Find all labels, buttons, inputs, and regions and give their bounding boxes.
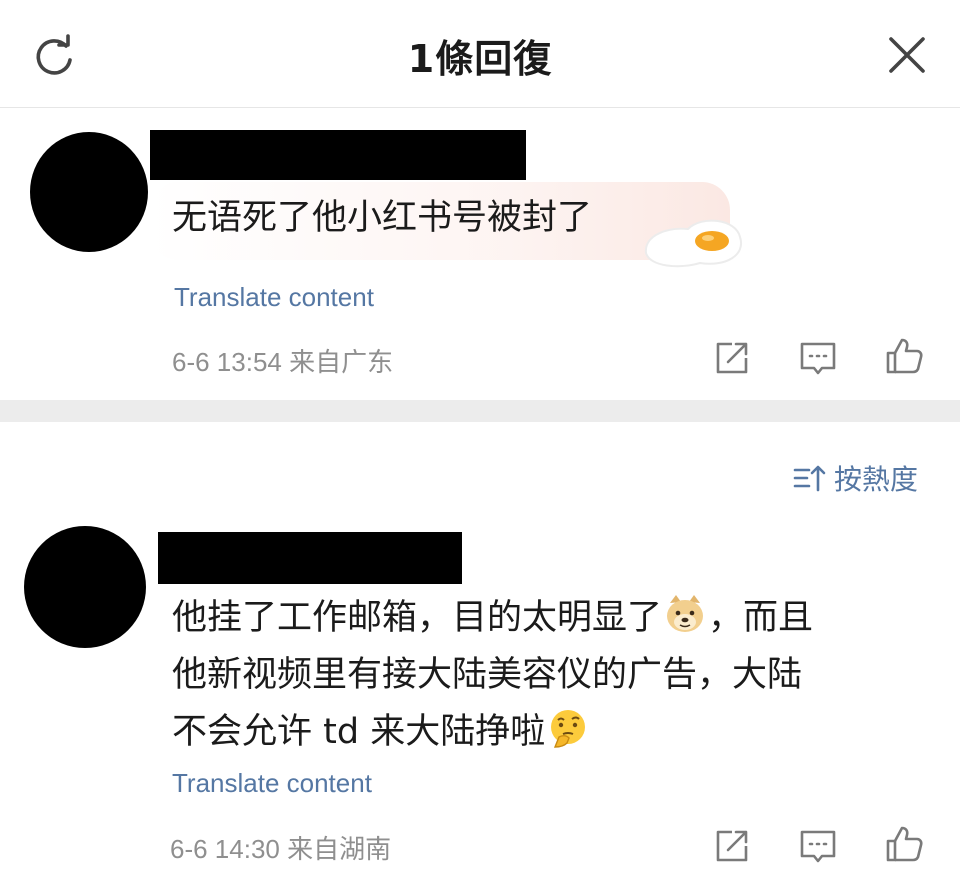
comment-text: 无语死了他小红书号被封了 [172,198,593,238]
page-title: 1條回復 [407,37,553,81]
like-icon[interactable] [884,824,924,864]
translate-link[interactable]: Translate content [174,282,374,313]
redacted-username [150,130,526,180]
section-divider [0,400,960,422]
like-icon[interactable] [884,336,924,376]
redacted-username [158,532,462,584]
forward-icon[interactable] [712,826,752,866]
comment-icon[interactable] [798,338,838,378]
sort-icon [793,465,826,492]
thinking-face-emoji [551,710,586,748]
sort-control[interactable]: 按熱度 [792,458,918,498]
header-bar: 1條回復 [0,0,960,108]
forward-icon[interactable] [712,338,752,378]
comment-meta: 6-6 14:30 来自湖南 [170,834,392,864]
comment-text-line-3: 不会允许 td 来大陆挣啦 [172,704,591,761]
avatar[interactable] [24,526,146,648]
fried-egg-sticker-icon [644,219,743,268]
avatar[interactable] [30,132,148,252]
sort-label: 按熱度 [834,463,919,496]
translate-link[interactable]: Translate content [172,768,372,799]
comment-meta: 6-6 13:54 来自广东 [172,347,394,377]
comment-icon[interactable] [798,826,838,866]
comment-text-line-2: 他新视频里有接大陆美容仪的广告，大陆 [172,655,803,695]
doge-emoji [667,595,704,632]
close-icon[interactable] [884,32,930,78]
comment-text-line-1: 他挂了工作邮箱，目的太明显了 ，而且 [172,590,813,647]
